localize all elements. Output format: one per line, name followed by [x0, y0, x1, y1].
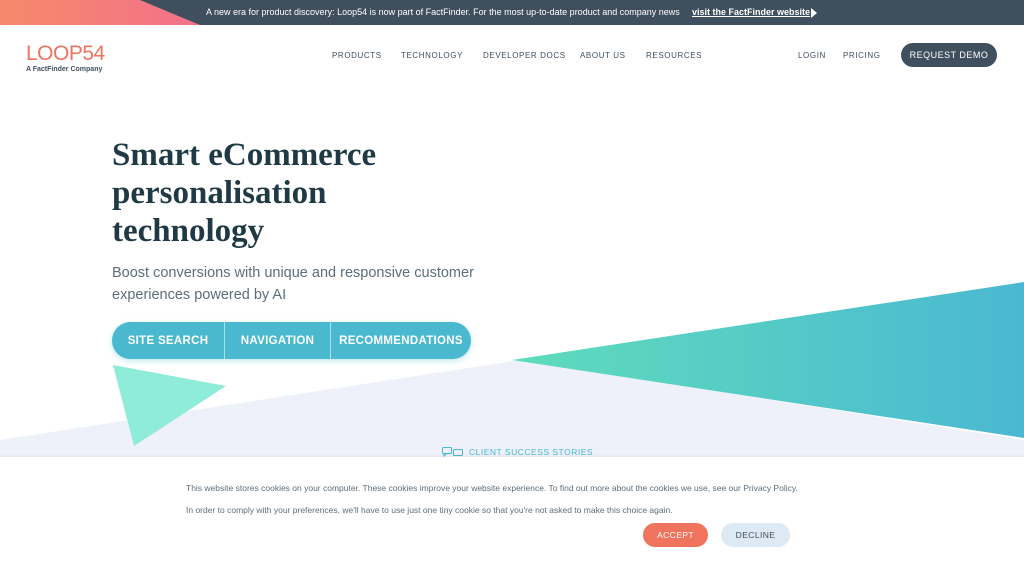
- play-arrow-icon[interactable]: [811, 8, 817, 18]
- navigation-button[interactable]: NAVIGATION: [225, 322, 330, 359]
- decline-cookies-button[interactable]: DECLINE: [721, 523, 790, 547]
- cookie-notice-text: This website stores cookies on your comp…: [186, 483, 798, 493]
- light-wedge-shape: [0, 360, 1024, 457]
- hero-title-line-3: technology: [112, 213, 265, 249]
- hero-subtitle: Boost conversions with unique and respon…: [112, 262, 492, 306]
- nav-item-developer-docs[interactable]: DEVELOPER DOCS: [483, 51, 566, 60]
- client-success-stories-label: CLIENT SUCCESS STORIES: [469, 447, 594, 457]
- announcement-bar: A new era for product discovery: Loop54 …: [0, 0, 1024, 25]
- mint-triangle-shape: [113, 365, 226, 446]
- cookie-banner: This website stores cookies on your comp…: [0, 457, 1024, 576]
- hero-title-line-2: personalisation: [112, 175, 327, 211]
- product-button-group: SITE SEARCH NAVIGATION RECOMMENDATIONS: [112, 322, 471, 359]
- nav-item-resources[interactable]: RESOURCES: [646, 51, 702, 60]
- client-success-stories-link[interactable]: CLIENT SUCCESS STORIES: [442, 447, 593, 457]
- chat-bubbles-icon: [442, 447, 463, 457]
- logo-wordmark: LOOP54: [26, 42, 105, 65]
- pricing-link[interactable]: PRICING: [843, 51, 881, 60]
- hero-title-line-1: Smart eCommerce: [112, 137, 377, 173]
- brand-logo[interactable]: LOOP54 A FactFinder Company: [26, 42, 105, 73]
- login-link[interactable]: LOGIN: [798, 51, 826, 60]
- announcement-text: A new era for product discovery: Loop54 …: [206, 7, 680, 17]
- cookie-preference-text: In order to comply with your preferences…: [186, 505, 673, 515]
- site-search-button[interactable]: SITE SEARCH: [112, 322, 224, 359]
- nav-item-about-us[interactable]: ABOUT US: [580, 51, 626, 60]
- accept-cookies-button[interactable]: ACCEPT: [643, 523, 708, 547]
- nav-item-products[interactable]: PRODUCTS: [332, 51, 382, 60]
- teal-triangle-shape: [512, 282, 1024, 438]
- request-demo-button[interactable]: REQUEST DEMO: [901, 43, 997, 67]
- factfinder-link[interactable]: visit the FactFinder website: [692, 7, 810, 17]
- hero-subtitle-line-1: Boost conversions with unique and respon…: [112, 265, 474, 281]
- hero-subtitle-line-2: experiences powered by AI: [112, 287, 287, 303]
- logo-tagline: A FactFinder Company: [26, 66, 103, 73]
- recommendations-button[interactable]: RECOMMENDATIONS: [331, 322, 471, 359]
- announcement-accent-shape: [0, 0, 200, 25]
- hero-title: Smart eCommerce personalisation technolo…: [112, 136, 472, 250]
- nav-item-technology[interactable]: TECHNOLOGY: [401, 51, 463, 60]
